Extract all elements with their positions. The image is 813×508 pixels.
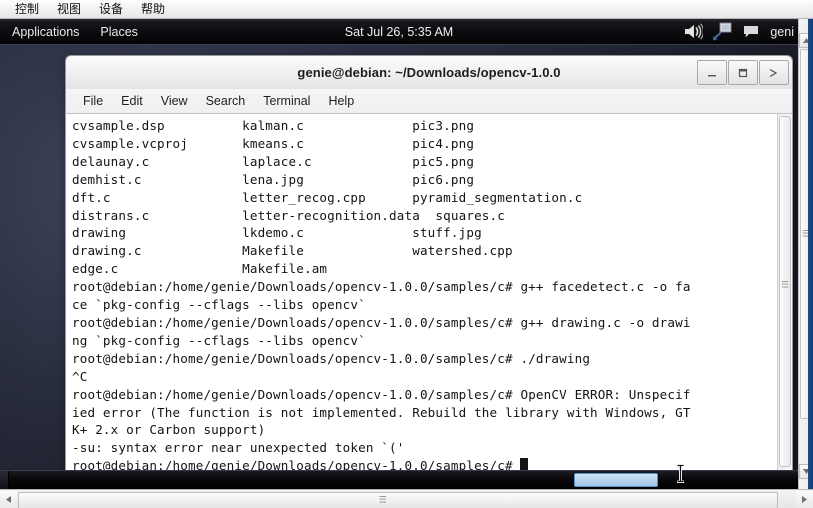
terminal-line: ng `pkg-config --cflags --libs opencv` [72,332,366,348]
terminal-scrollbar[interactable]: ☰ [777,114,792,478]
terminal-line: ce `pkg-config --cflags --libs opencv` [72,297,366,313]
terminal-line: drawing lkdemo.c stuff.jpg [72,225,482,241]
panel-username[interactable]: geni [770,25,794,39]
gnome-bottom-panel [0,470,798,489]
host-horizontal-scrollbar[interactable]: ☰ [0,489,813,508]
places-menu[interactable]: Places [91,23,147,41]
scroll-right-icon[interactable] [796,490,813,508]
hscroll-grip-icon: ☰ [378,494,387,505]
terminal-menubar: File Edit View Search Terminal Help [65,89,793,114]
terminal-menu-edit[interactable]: Edit [112,91,152,111]
terminal-window: genie@debian: ~/Downloads/opencv-1.0.0 F… [65,55,793,479]
terminal-menu-terminal[interactable]: Terminal [254,91,319,111]
terminal-menu-help[interactable]: Help [319,91,363,111]
panel-tray: geni [684,19,794,44]
applications-menu[interactable]: Applications [3,23,88,41]
host-hscroll-thumb[interactable]: ☰ [18,491,778,508]
terminal-line: cvsample.dsp kalman.c pic3.png [72,118,475,133]
terminal-line: ied error (The function is not implement… [72,404,691,420]
terminal-body: cvsample.dsp kalman.c pic3.png cvsample.v… [65,114,793,479]
host-hscroll-track[interactable]: ☰ [17,491,796,508]
terminal-line: delaunay.c laplace.c pic5.png [72,153,475,169]
vm-menu-devices[interactable]: 设备 [90,0,132,18]
taskbar-window-button[interactable] [574,473,658,487]
screen-root: 控制 视图 设备 帮助 Applications Places Sat Jul … [0,0,813,508]
vm-host-menubar: 控制 视图 设备 帮助 [0,0,813,19]
terminal-line: cvsample.vcproj kmeans.c pic4.png [72,135,475,151]
terminal-line: root@debian:/home/genie/Downloads/opencv… [72,279,691,295]
maximize-icon[interactable] [728,60,758,85]
terminal-line: ^C [72,368,88,384]
vm-menu-view[interactable]: 视图 [48,0,90,18]
terminal-line: drawing.c Makefile watershed.cpp [72,243,513,259]
terminal-menu-file[interactable]: File [74,91,112,111]
terminal-line: K+ 2.x or Carbon support) [72,422,266,438]
vm-menu-control[interactable]: 控制 [6,0,48,18]
terminal-scrollbar-thumb[interactable]: ☰ [779,116,791,468]
terminal-line: -su: syntax error near unexpected token … [72,440,405,456]
minimize-icon[interactable] [697,60,727,85]
scrollbar-grip-icon: ☰ [780,279,790,290]
vm-menu-help[interactable]: 帮助 [132,0,174,18]
gnome-top-panel: Applications Places Sat Jul 26, 5:35 AM [0,19,798,45]
terminal-line: demhist.c lena.jpg pic6.png [72,171,475,187]
panel-drag-handle[interactable] [0,471,9,489]
terminal-line: edge.c Makefile.am [72,261,328,277]
terminal-menu-view[interactable]: View [152,91,197,111]
volume-icon[interactable] [684,23,704,40]
terminal-line: root@debian:/home/genie/Downloads/opencv… [72,350,591,366]
terminal-titlebar[interactable]: genie@debian: ~/Downloads/opencv-1.0.0 [65,55,793,89]
host-window-edge [808,19,813,489]
terminal-line: root@debian:/home/genie/Downloads/opencv… [72,386,691,402]
terminal-menu-search[interactable]: Search [197,91,255,111]
terminal-line: dft.c letter_recog.cpp pyramid_segmentat… [72,189,583,205]
terminal-line: distrans.c letter-recognition.data squar… [72,207,505,223]
terminal-window-title: genie@debian: ~/Downloads/opencv-1.0.0 [297,65,561,80]
terminal-line: root@debian:/home/genie/Downloads/opencv… [72,314,691,330]
close-icon[interactable] [759,60,789,85]
scroll-left-icon[interactable] [0,490,17,508]
window-controls [697,60,789,85]
terminal-output-area[interactable]: cvsample.dsp kalman.c pic3.png cvsample.v… [66,114,777,478]
chat-icon[interactable] [743,25,760,39]
network-icon[interactable] [713,22,733,41]
